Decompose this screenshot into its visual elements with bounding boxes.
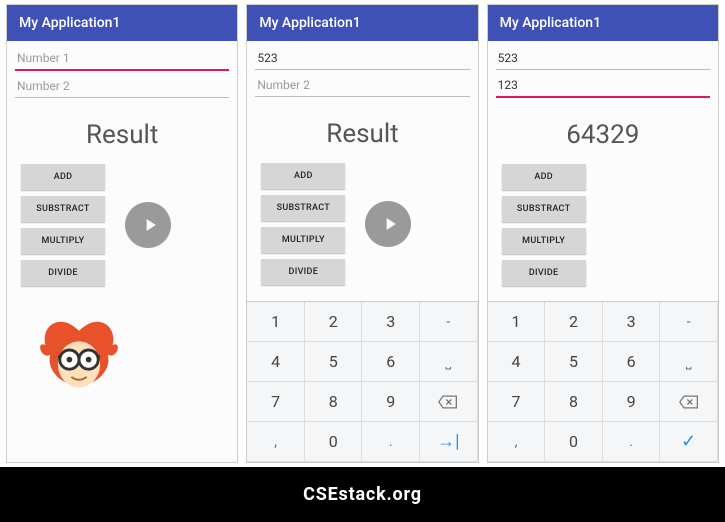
op-buttons: ADD SUBSTRACT MULTIPLY DIVIDE — [502, 164, 586, 286]
app-bar: My Application1 — [488, 5, 718, 41]
key-minus[interactable]: - — [420, 302, 478, 342]
key-6[interactable]: 6 — [362, 342, 420, 382]
button-area: ADD SUBSTRACT MULTIPLY DIVIDE — [496, 164, 710, 286]
screen-content: Result ADD SUBSTRACT MULTIPLY DIVIDE — [247, 41, 477, 301]
add-button[interactable]: ADD — [261, 163, 345, 189]
input-number-2[interactable] — [15, 75, 229, 98]
input-number-2[interactable] — [255, 74, 469, 97]
add-button[interactable]: ADD — [502, 164, 586, 190]
app-title: My Application1 — [19, 15, 120, 31]
number2-field[interactable] — [15, 75, 229, 98]
numeric-keyboard: 1 2 3 - 4 5 6 ⎵ 7 8 9 , 0 . →| — [247, 301, 477, 462]
op-buttons: ADD SUBSTRACT MULTIPLY DIVIDE — [21, 164, 105, 286]
key-period[interactable]: . — [603, 422, 661, 462]
key-0[interactable]: 0 — [545, 422, 603, 462]
footer-text: CSEstack.org — [303, 484, 422, 505]
key-1[interactable]: 1 — [247, 302, 305, 342]
key-9[interactable]: 9 — [603, 382, 661, 422]
button-area: ADD SUBSTRACT MULTIPLY DIVIDE — [255, 163, 469, 285]
add-button[interactable]: ADD — [21, 164, 105, 190]
phone-screen-3: My Application1 64329 ADD SUBSTRACT MULT… — [487, 4, 719, 463]
divide-button[interactable]: DIVIDE — [261, 259, 345, 285]
multiply-button[interactable]: MULTIPLY — [21, 228, 105, 254]
key-minus[interactable]: - — [660, 302, 718, 342]
footer-banner: CSEstack.org — [0, 467, 725, 522]
key-3[interactable]: 3 — [603, 302, 661, 342]
key-done[interactable]: ✓ — [660, 422, 718, 462]
multiply-button[interactable]: MULTIPLY — [502, 228, 586, 254]
number1-field[interactable] — [255, 47, 469, 70]
numeric-keyboard: 1 2 3 - 4 5 6 ⎵ 7 8 9 , 0 . ✓ — [488, 301, 718, 462]
button-area: ADD SUBSTRACT MULTIPLY DIVIDE — [15, 164, 229, 286]
key-comma[interactable]: , — [488, 422, 546, 462]
input-number-1[interactable] — [496, 47, 710, 70]
subtract-button[interactable]: SUBSTRACT — [502, 196, 586, 222]
number2-field[interactable] — [496, 74, 710, 98]
number1-field[interactable] — [496, 47, 710, 70]
key-3[interactable]: 3 — [362, 302, 420, 342]
result-text: 64329 — [496, 120, 710, 150]
mascot-avatar — [31, 300, 127, 400]
divide-button[interactable]: DIVIDE — [502, 260, 586, 286]
key-8[interactable]: 8 — [545, 382, 603, 422]
multiply-button[interactable]: MULTIPLY — [261, 227, 345, 253]
key-backspace[interactable] — [420, 382, 478, 422]
divide-button[interactable]: DIVIDE — [21, 260, 105, 286]
subtract-button[interactable]: SUBSTRACT — [21, 196, 105, 222]
key-8[interactable]: 8 — [305, 382, 363, 422]
composite-screenshot: My Application1 Result ADD SUBSTRACT MUL… — [0, 0, 725, 522]
key-5[interactable]: 5 — [305, 342, 363, 382]
phone-row: My Application1 Result ADD SUBSTRACT MUL… — [0, 0, 725, 467]
subtract-button[interactable]: SUBSTRACT — [261, 195, 345, 221]
input-number-2[interactable] — [496, 74, 710, 98]
key-1[interactable]: 1 — [488, 302, 546, 342]
key-space[interactable]: ⎵ — [660, 342, 718, 382]
input-number-1[interactable] — [255, 47, 469, 70]
result-text: Result — [255, 119, 469, 149]
input-number-1[interactable] — [15, 47, 229, 71]
key-backspace[interactable] — [660, 382, 718, 422]
app-bar: My Application1 — [247, 5, 477, 41]
number2-field[interactable] — [255, 74, 469, 97]
key-4[interactable]: 4 — [488, 342, 546, 382]
key-7[interactable]: 7 — [247, 382, 305, 422]
key-space[interactable]: ⎵ — [420, 342, 478, 382]
key-period[interactable]: . — [362, 422, 420, 462]
key-next[interactable]: →| — [420, 422, 478, 462]
key-9[interactable]: 9 — [362, 382, 420, 422]
play-overlay-icon[interactable] — [125, 202, 171, 248]
screen-content: 64329 ADD SUBSTRACT MULTIPLY DIVIDE — [488, 41, 718, 301]
key-4[interactable]: 4 — [247, 342, 305, 382]
phone-screen-1: My Application1 Result ADD SUBSTRACT MUL… — [6, 4, 238, 463]
key-2[interactable]: 2 — [545, 302, 603, 342]
result-text: Result — [15, 120, 229, 150]
key-0[interactable]: 0 — [305, 422, 363, 462]
key-2[interactable]: 2 — [305, 302, 363, 342]
key-5[interactable]: 5 — [545, 342, 603, 382]
op-buttons: ADD SUBSTRACT MULTIPLY DIVIDE — [261, 163, 345, 285]
app-bar: My Application1 — [7, 5, 237, 41]
key-7[interactable]: 7 — [488, 382, 546, 422]
key-6[interactable]: 6 — [603, 342, 661, 382]
play-overlay-icon[interactable] — [365, 201, 411, 247]
app-title: My Application1 — [259, 15, 360, 31]
app-title: My Application1 — [500, 15, 601, 31]
number1-field[interactable] — [15, 47, 229, 71]
phone-screen-2: My Application1 Result ADD SUBSTRACT MUL… — [246, 4, 478, 463]
key-comma[interactable]: , — [247, 422, 305, 462]
